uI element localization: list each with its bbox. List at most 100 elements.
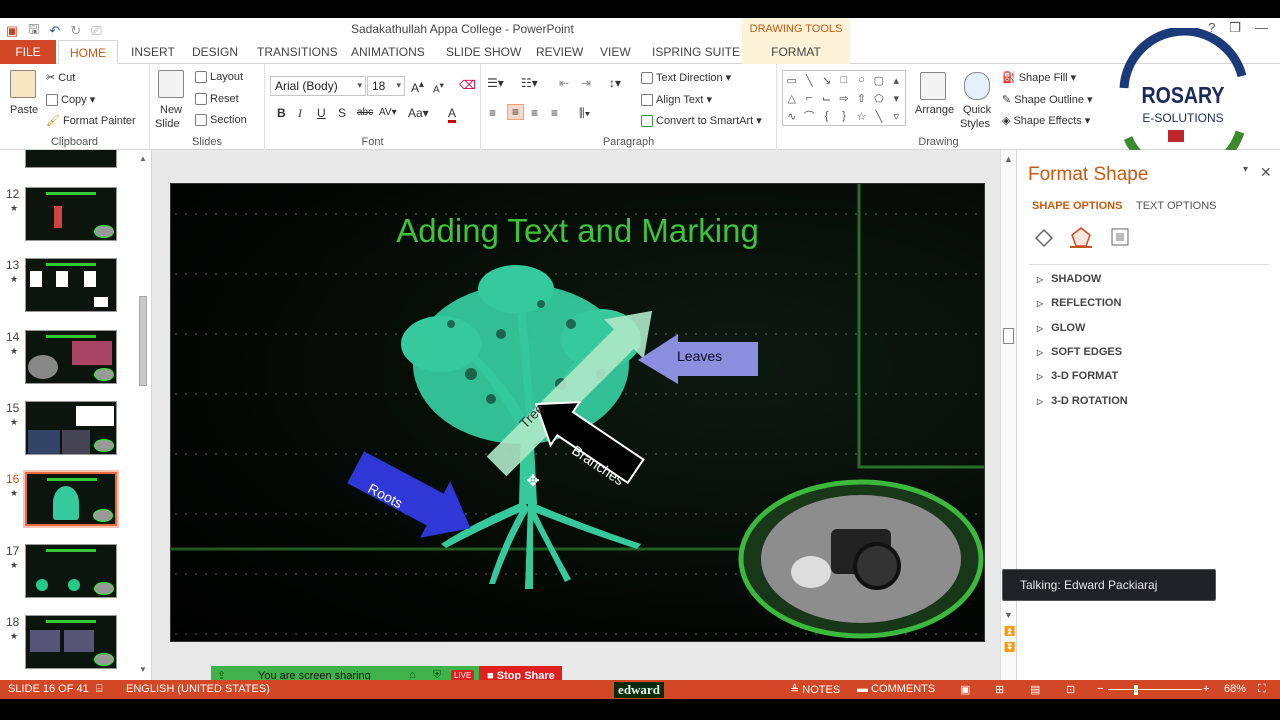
tab-shape-options[interactable]: SHAPE OPTIONS (1032, 200, 1122, 212)
notes-button[interactable]: ≜ NOTES (790, 683, 840, 696)
tab-ispring[interactable]: ISPRING SUITE 9 (652, 40, 750, 64)
language-indicator[interactable]: ENGLISH (UNITED STATES) (126, 683, 270, 695)
columns-icon[interactable]: ⫼▾ (579, 106, 590, 121)
section-reflection[interactable]: ▷ REFLECTION (1037, 297, 1121, 309)
change-case-icon[interactable]: Aa▾ (408, 106, 429, 120)
undo-icon[interactable]: ↶ (49, 23, 60, 39)
zoom-level[interactable]: 68% (1224, 683, 1246, 695)
slide-thumbnail-17[interactable]: 17 ★ (0, 544, 140, 604)
normal-view-icon[interactable]: ▣ (960, 683, 970, 696)
section-3d-rotation[interactable]: ▷ 3-D ROTATION (1037, 395, 1128, 407)
slide-title[interactable]: Adding Text and Marking (171, 212, 984, 250)
arrow-shape-icon[interactable]: ↘ (822, 74, 831, 87)
brace-right-shape-icon[interactable]: } (842, 110, 846, 122)
up-arrow-shape-icon[interactable]: ⇧ (857, 92, 866, 105)
fill-line-icon[interactable] (1033, 226, 1055, 248)
layout-button[interactable]: Layout (195, 71, 243, 83)
text-direction-button[interactable]: Text Direction ▾ (641, 71, 731, 84)
slide-thumbnail-14[interactable]: 14 ★ (0, 330, 140, 390)
paste-button[interactable]: Paste (10, 104, 38, 116)
quick-styles-button[interactable]: Quick (963, 104, 991, 116)
effects-icon[interactable] (1070, 226, 1092, 248)
tab-text-options[interactable]: TEXT OPTIONS (1136, 200, 1216, 212)
redo-icon[interactable]: ↻ (70, 23, 81, 39)
spell-check-icon[interactable]: ⌸ (96, 683, 103, 696)
bullets-icon[interactable]: ☰▾ (487, 76, 504, 90)
tab-format[interactable]: FORMAT (742, 40, 850, 64)
tab-file[interactable]: FILE (0, 40, 56, 64)
align-text-button[interactable]: Align Text ▾ (641, 93, 712, 106)
minimize-icon[interactable]: — (1255, 20, 1268, 36)
shape-effects-button[interactable]: ◈ Shape Effects ▾ (1002, 114, 1090, 128)
more-up-icon[interactable]: ▴ (894, 74, 900, 87)
tab-slide-show[interactable]: SLIDE SHOW (446, 40, 521, 64)
next-slide-icon[interactable]: ⏬ (1004, 642, 1015, 653)
reading-view-icon[interactable]: ▤ (1030, 683, 1040, 696)
tab-review[interactable]: REVIEW (536, 40, 583, 64)
slide-thumbnail-18[interactable]: 18 ★ (0, 615, 140, 675)
curve-shape-icon[interactable]: ∿ (787, 110, 796, 123)
tab-transitions[interactable]: TRANSITIONS (257, 40, 338, 64)
slide-thumbnail-12[interactable]: 12 ★ (0, 187, 140, 247)
thumbnails-scrollbar[interactable]: ▲ ▼ (137, 154, 149, 674)
copy-button[interactable]: Copy ▾ (46, 93, 95, 106)
elbow-shape-icon[interactable]: ⌐ (806, 92, 812, 104)
more-down-icon[interactable]: ▾ (894, 92, 900, 105)
text-shadow-icon[interactable]: S (338, 106, 346, 120)
shape-outline-button[interactable]: ✎ Shape Outline ▾ (1002, 93, 1092, 107)
font-family-select[interactable]: Arial (Body) ▾ (270, 76, 366, 96)
zoom-out-icon[interactable]: − (1097, 683, 1103, 695)
triangle-shape-icon[interactable]: △ (787, 92, 795, 105)
size-properties-icon[interactable] (1109, 226, 1131, 248)
comments-button[interactable]: ▬ COMMENTS (857, 683, 935, 695)
slide-thumbnail-13[interactable]: 13 ★ (0, 258, 140, 318)
new-slide-button-line2[interactable]: Slide (155, 118, 179, 130)
fit-slide-icon[interactable]: ⛶ (1258, 683, 1266, 696)
slide-thumbnail-15[interactable]: 15 ★ (0, 401, 140, 461)
start-from-beginning-icon[interactable]: ⎚ (91, 23, 101, 39)
tab-view[interactable]: VIEW (600, 40, 631, 64)
quick-styles-icon[interactable] (964, 72, 990, 100)
section-soft-edges[interactable]: ▷ SOFT EDGES (1037, 346, 1122, 358)
shrink-font-icon[interactable]: A▾ (433, 80, 444, 95)
tab-home[interactable]: HOME (58, 40, 118, 64)
rounded-rect-shape-icon[interactable]: ▢ (874, 74, 884, 87)
zoom-in-icon[interactable]: + (1203, 683, 1209, 695)
paste-icon[interactable] (10, 70, 36, 98)
character-spacing-icon[interactable]: AV▾ (379, 107, 397, 118)
line-spacing-icon[interactable]: ↕▾ (609, 76, 621, 90)
star-shape-icon[interactable]: ☆ (856, 110, 866, 123)
previous-slide-icon[interactable]: ⏫ (1004, 626, 1015, 637)
new-slide-icon[interactable] (158, 70, 184, 98)
rectangle-shape-icon[interactable]: □ (841, 74, 848, 86)
slide-sorter-icon[interactable]: ⊞ (995, 683, 1004, 696)
align-left-icon[interactable]: ≡ (489, 106, 496, 120)
align-right-icon[interactable]: ≡ (531, 106, 538, 120)
save-icon[interactable]: 🖫 (28, 20, 39, 42)
arc-shape-icon[interactable]: ⌒ (804, 108, 815, 124)
decrease-indent-icon[interactable]: ⇤ (559, 76, 569, 90)
scrollbar-thumb[interactable] (139, 296, 147, 386)
convert-smartart-button[interactable]: Convert to SmartArt ▾ (641, 114, 762, 127)
line-shape-icon[interactable]: ╲ (806, 74, 813, 87)
scroll-up-icon[interactable]: ▲ (1004, 154, 1013, 164)
new-slide-button[interactable]: New (160, 104, 182, 116)
arrange-button[interactable]: Arrange (915, 104, 954, 116)
quick-styles-button-line2[interactable]: Styles (960, 118, 990, 130)
elbow-arrow-shape-icon[interactable]: ⌙ (822, 92, 831, 105)
numbering-icon[interactable]: ☷▾ (521, 76, 538, 90)
section-glow[interactable]: ▷ GLOW (1037, 322, 1085, 334)
italic-icon[interactable]: I (298, 106, 302, 121)
underline-icon[interactable]: U (317, 106, 326, 120)
pentagon-shape-icon[interactable]: ⬠ (874, 92, 884, 105)
tab-insert[interactable]: INSERT (131, 40, 175, 64)
increase-indent-icon[interactable]: ⇥ (581, 76, 591, 90)
reset-button[interactable]: Reset (195, 93, 239, 105)
cut-button[interactable]: ✂ Cut (46, 71, 75, 85)
roots-arrow[interactable] (341, 439, 486, 557)
slide-thumbnail-partial[interactable] (25, 150, 117, 168)
tab-design[interactable]: DESIGN (192, 40, 238, 64)
zoom-slider-thumb[interactable] (1134, 685, 1138, 695)
format-painter-button[interactable]: 🖌 Format Painter (46, 114, 136, 128)
grow-font-icon[interactable]: A▴ (411, 79, 424, 95)
